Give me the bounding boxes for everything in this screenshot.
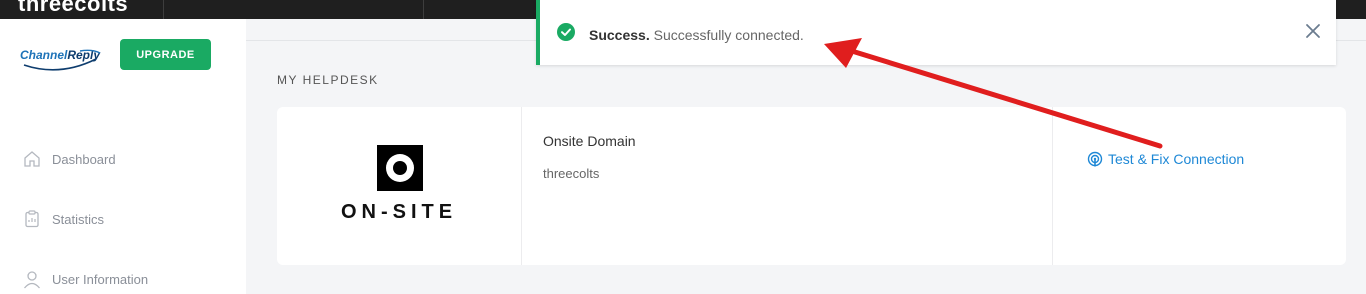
broadcast-icon [1087,151,1103,167]
top-bar-divider [163,0,164,19]
onsite-logo-text: ON-SITE [340,201,458,223]
sidebar-item-user-information[interactable]: User Information [22,268,148,290]
sidebar-item-dashboard[interactable]: Dashboard [22,148,116,170]
close-icon[interactable] [1304,22,1322,40]
helpdesk-card: ON-SITE Onsite Domain threecolts Test & … [277,107,1346,265]
success-toast: Success. Successfully connected. [536,0,1336,65]
toast-message: Success. Successfully connected. [589,27,804,43]
sidebar-item-label: User Information [52,271,149,287]
sidebar-item-label: Statistics [52,211,105,227]
check-circle-icon [557,23,575,41]
clipboard-icon [22,209,42,229]
logo-swoosh-icon [23,49,101,71]
sidebar-item-label: Dashboard [52,151,116,167]
toast-title: Success. [589,27,650,43]
channelreply-logo[interactable]: ChannelReply [20,47,102,75]
column-divider [1052,107,1053,265]
column-divider [521,107,522,265]
test-fix-connection-link[interactable]: Test & Fix Connection [1087,151,1244,167]
home-icon [22,149,42,169]
onsite-logo-mark [377,145,423,191]
helpdesk-name: Onsite Domain [543,133,636,149]
section-title: MY HELPDESK [277,73,379,87]
top-bar-divider [423,0,424,19]
upgrade-button[interactable]: UPGRADE [120,39,211,70]
sidebar-item-statistics[interactable]: Statistics [22,208,104,230]
sidebar: ChannelReply UPGRADE Dashboard Statistic… [0,19,246,294]
brand-name[interactable]: threecolts [18,0,128,17]
test-fix-connection-label: Test & Fix Connection [1108,151,1245,167]
user-icon [22,269,42,289]
toast-text: Successfully connected. [653,27,804,43]
helpdesk-subdomain: threecolts [543,166,600,181]
